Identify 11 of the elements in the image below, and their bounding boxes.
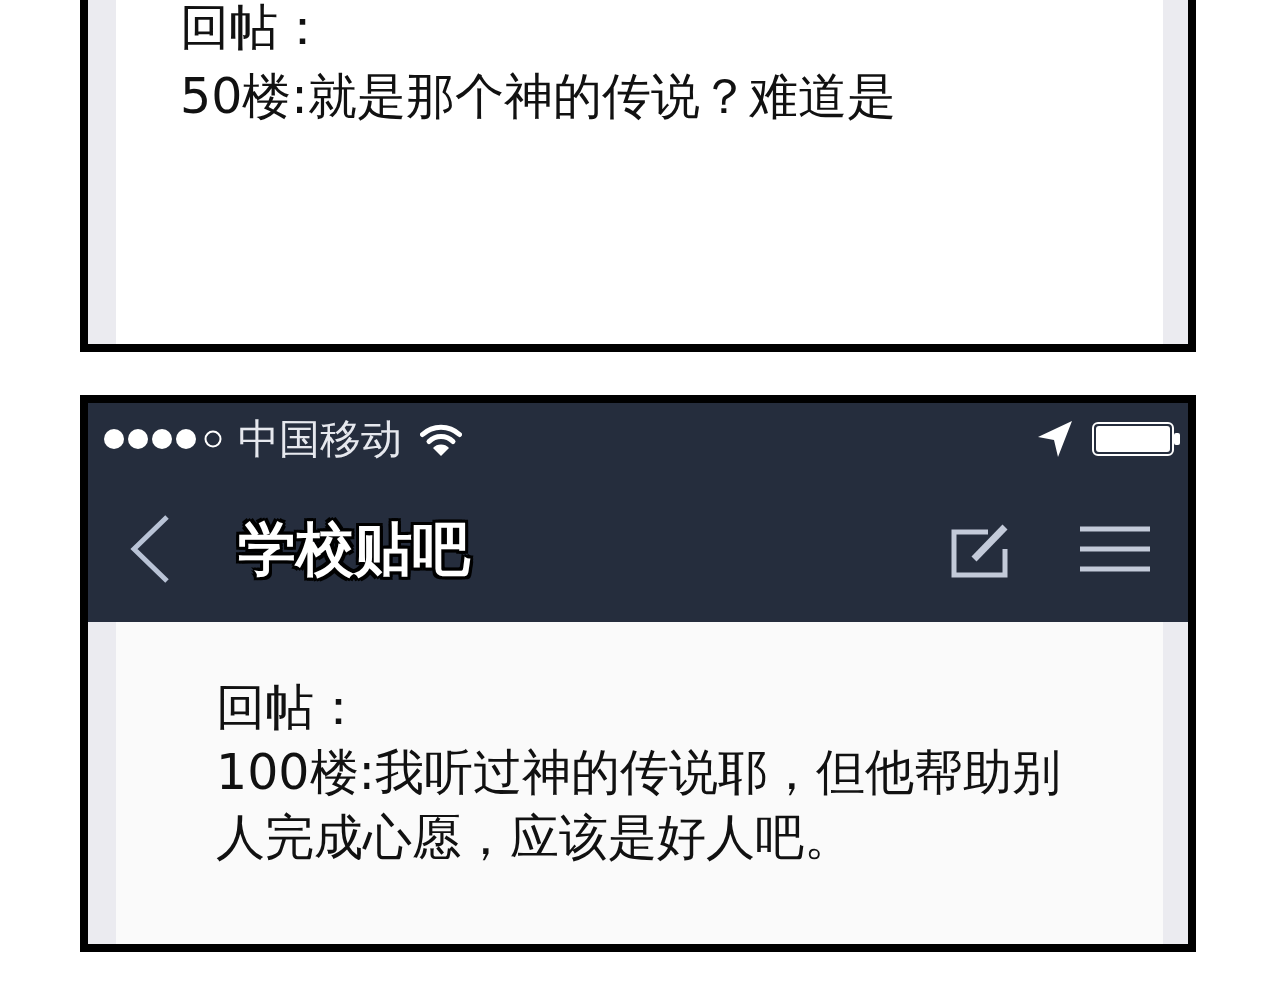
carrier-name: 中国移动 bbox=[238, 415, 402, 463]
reply-label: 回帖： bbox=[216, 678, 364, 738]
post-text: 100楼:我听过神的传说耶，但他帮助别人完成心愿，应该是好人吧。 bbox=[216, 743, 1063, 868]
signal-icon bbox=[104, 429, 222, 449]
back-icon[interactable] bbox=[130, 513, 170, 584]
reply-label: 回帖： bbox=[180, 0, 328, 56]
location-arrow-icon bbox=[1038, 421, 1072, 457]
battery-icon bbox=[1092, 422, 1180, 456]
forum-title: 学校贴吧 bbox=[238, 513, 470, 584]
post-text: 50楼:就是那个神的传说？难道是 bbox=[180, 67, 897, 127]
menu-icon[interactable] bbox=[1080, 525, 1150, 572]
